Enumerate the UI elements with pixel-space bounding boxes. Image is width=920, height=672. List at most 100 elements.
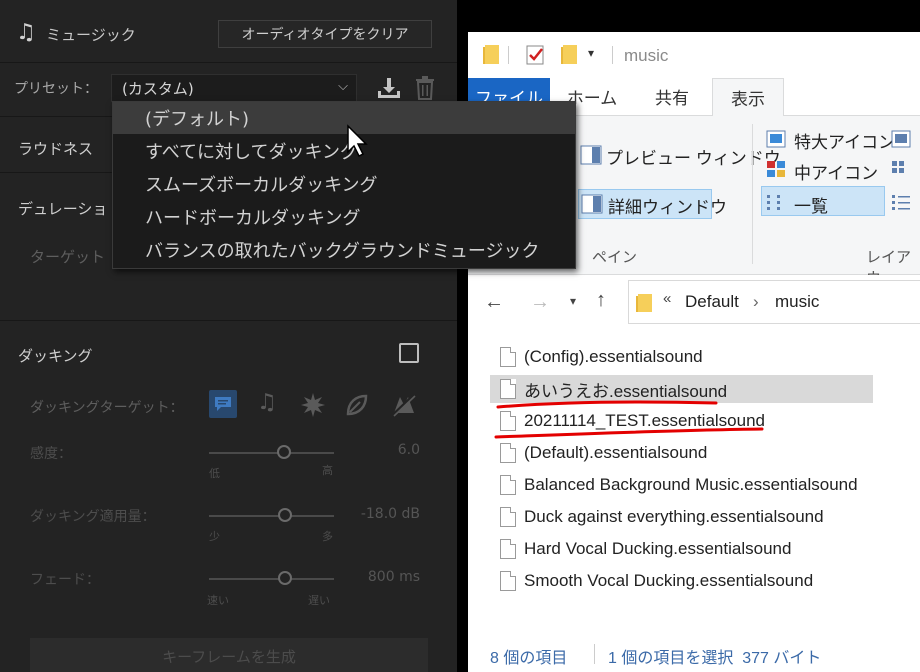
breadcrumb-separator-icon[interactable]: › [753, 292, 759, 312]
file-name: Duck against everything.essentialsound [524, 507, 824, 526]
sfx-target-icon[interactable] [299, 391, 327, 419]
breadcrumb-music[interactable]: music [775, 292, 819, 312]
recent-locations-chevron-icon[interactable]: ▾ [570, 294, 576, 308]
generate-keyframes-button[interactable]: キーフレームを生成 [30, 638, 428, 672]
file-icon [500, 539, 516, 559]
list-view-label: 一覧 [794, 197, 828, 216]
customize-toolbar-icon[interactable]: ▾ [588, 46, 594, 60]
preset-option-balanced-bg[interactable]: バランスの取れたバックグラウンドミュージック [113, 234, 575, 266]
preset-option-duck-everything[interactable]: すべてに対してダッキング [113, 135, 575, 167]
file-name: Balanced Background Music.essentialsound [524, 475, 858, 494]
file-item[interactable]: Duck against everything.essentialsound [490, 503, 910, 531]
file-item[interactable]: Hard Vocal Ducking.essentialsound [490, 535, 870, 563]
overflow-chevron-icon[interactable]: « [663, 290, 671, 307]
dialogue-target-icon[interactable] [209, 390, 237, 418]
extra-large-icons-icon [766, 130, 786, 148]
red-underline-annotation [494, 400, 764, 439]
forward-arrow-icon[interactable]: → [530, 291, 550, 314]
tab-view[interactable]: 表示 [712, 78, 784, 116]
toolbar-separator [612, 46, 613, 64]
details-view-icon[interactable] [891, 193, 911, 211]
chevron-down-icon: ⌵ [338, 79, 348, 94]
sensitivity-label: 感度： [30, 446, 72, 462]
sensitivity-slider-knob[interactable] [277, 445, 291, 459]
large-icons-icon[interactable] [891, 130, 911, 148]
preset-select[interactable]: (カスタム) ⌵ [111, 74, 357, 102]
file-list: (Config).essentialsound あいうえお.essentials… [468, 332, 920, 632]
file-item[interactable]: Smooth Vocal Ducking.essentialsound [490, 567, 910, 595]
ducking-amount-slider-knob[interactable] [278, 508, 292, 522]
ambience-target-icon[interactable] [344, 392, 370, 418]
fade-label: フェード： [30, 572, 100, 588]
file-item[interactable]: (Config).essentialsound [490, 343, 870, 371]
fade-max-label: 遅い [308, 594, 330, 607]
preset-dropdown-menu: (デフォルト) すべてに対してダッキング スムーズボーカルダッキング ハードボー… [112, 101, 576, 269]
fade-slider-track[interactable] [209, 578, 334, 580]
toolbar-separator [508, 46, 509, 64]
delete-preset-icon[interactable] [414, 76, 436, 100]
preset-label: プリセット： [14, 81, 98, 97]
sensitivity-max-label: 高 [322, 464, 333, 477]
preset-select-value: (カスタム) [122, 79, 194, 98]
medium-icons-icon [767, 161, 785, 177]
mouse-cursor-icon [347, 124, 368, 158]
extra-large-icons-button[interactable]: 特大アイコン [794, 128, 895, 153]
target-label: ターゲット [30, 248, 106, 266]
details-pane-icon [581, 194, 603, 214]
ducking-amount-label: ダッキング適用量： [30, 509, 156, 525]
sensitivity-slider-track[interactable] [209, 452, 334, 454]
divider [0, 62, 457, 63]
preset-option-default[interactable]: (デフォルト) [113, 102, 575, 134]
preview-pane-button[interactable]: プレビュー ウィンドウ [606, 144, 781, 169]
ducking-target-label: ダッキングターゲット： [30, 400, 184, 416]
properties-icon[interactable] [526, 44, 546, 66]
loudness-label[interactable]: ラウドネス [18, 138, 93, 159]
file-icon [500, 475, 516, 495]
save-preset-icon[interactable] [376, 76, 402, 100]
amount-min-label: 少 [209, 530, 220, 543]
sensitivity-min-label: 低 [209, 467, 220, 480]
divider [0, 320, 457, 321]
pane-group-label: ペイン [592, 249, 638, 266]
list-view-icon [767, 195, 780, 210]
quick-access-toolbar: ▾ music [468, 32, 920, 78]
ducking-amount-slider-track[interactable] [209, 515, 334, 517]
preview-pane-icon [580, 145, 602, 165]
tab-share[interactable]: 共有 [640, 78, 704, 114]
status-selection: 1 個の項目を選択 377 バイト [608, 650, 822, 667]
up-arrow-icon[interactable]: ↑ [596, 289, 606, 312]
preset-option-hard-vocal[interactable]: ハードボーカルダッキング [113, 201, 575, 233]
back-arrow-icon[interactable]: ← [484, 291, 504, 314]
medium-icons-button[interactable]: 中アイコン [794, 159, 878, 184]
window-title: music [624, 46, 669, 65]
details-pane-label: 詳細ウィンドウ [608, 198, 727, 217]
music-target-icon[interactable]: ♫ [257, 390, 277, 415]
file-name: Hard Vocal Ducking.essentialsound [524, 539, 792, 558]
ducking-amount-value[interactable]: -18.0 dB [340, 506, 420, 522]
file-icon [500, 347, 516, 367]
status-item-count: 8 個の項目 [490, 650, 568, 667]
file-icon [500, 571, 516, 591]
new-folder-icon[interactable] [560, 44, 578, 66]
small-icons-icon[interactable] [891, 160, 911, 178]
address-bar[interactable]: « Default › music [628, 280, 920, 324]
fade-slider-knob[interactable] [278, 571, 292, 585]
duration-label[interactable]: デュレーショ [18, 198, 107, 219]
breadcrumb-default[interactable]: Default [685, 292, 739, 312]
fade-value[interactable]: 800 ms [340, 569, 420, 585]
folder-icon [636, 294, 652, 312]
music-note-icon: ♫ [16, 20, 36, 45]
unknown-target-icon[interactable] [390, 391, 418, 419]
panel-section-title: ミュージック [46, 26, 136, 44]
fade-min-label: 速い [207, 594, 229, 607]
sensitivity-value[interactable]: 6.0 [340, 442, 420, 458]
preset-option-smooth-vocal[interactable]: スムーズボーカルダッキング [113, 168, 575, 200]
folder-icon [483, 45, 499, 64]
status-separator [594, 644, 595, 664]
amount-max-label: 多 [322, 530, 333, 543]
ribbon-divider [752, 124, 753, 264]
ducking-checkbox[interactable] [399, 343, 419, 363]
clear-audio-type-button[interactable]: オーディオタイプをクリア [218, 20, 432, 48]
file-name: Smooth Vocal Ducking.essentialsound [524, 571, 814, 590]
file-item[interactable]: Balanced Background Music.essentialsound [490, 471, 910, 499]
